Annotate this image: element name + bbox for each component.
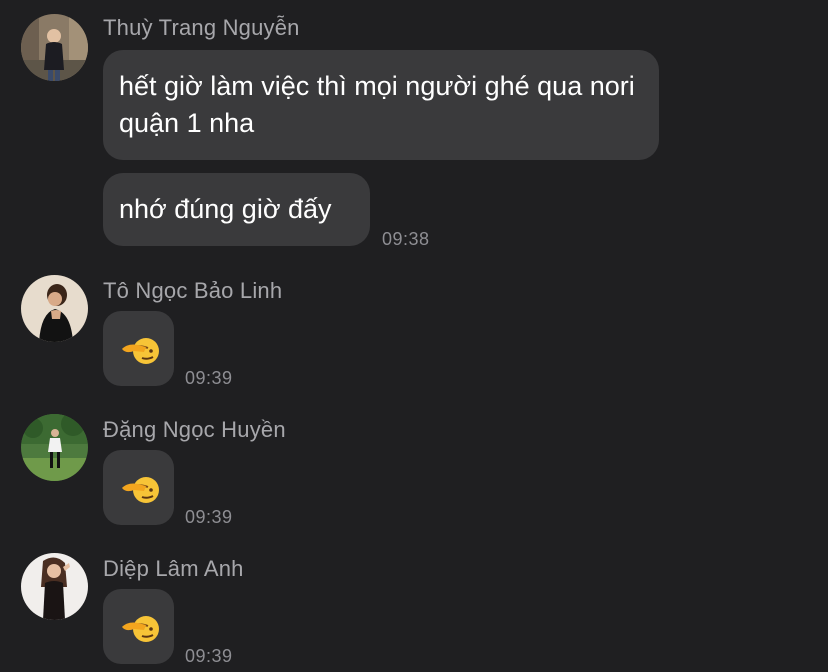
message-text: nhớ đúng giờ đấy <box>119 194 332 224</box>
message-bubble[interactable]: hết giờ làm việc thì mọi người ghé qua n… <box>103 50 659 160</box>
avatar[interactable] <box>21 14 88 81</box>
user-avatar-photo-icon <box>21 414 88 481</box>
chat-thread: Thuỳ Trang Nguyễn hết giờ làm việc thì m… <box>0 0 828 672</box>
avatar[interactable] <box>21 275 88 342</box>
sender-name: Diệp Lâm Anh <box>103 556 244 581</box>
saluting-face-emoji-icon <box>122 616 159 642</box>
reaction-bubble[interactable] <box>103 450 174 525</box>
message-timestamp: 09:39 <box>185 507 233 527</box>
message-text: hết giờ làm việc thì mọi người ghé qua n… <box>119 71 635 138</box>
sender-name: Tô Ngọc Bảo Linh <box>103 278 283 303</box>
saluting-face-emoji-icon <box>122 338 159 364</box>
message-bubble[interactable]: nhớ đúng giờ đấy <box>103 173 370 246</box>
reaction-bubble[interactable] <box>103 589 174 664</box>
sender-name: Đặng Ngọc Huyền <box>103 417 286 442</box>
user-avatar-photo-icon <box>21 275 88 342</box>
avatar[interactable] <box>21 414 88 481</box>
reaction-bubble[interactable] <box>103 311 174 386</box>
message-timestamp: 09:39 <box>185 368 233 388</box>
avatar[interactable] <box>21 553 88 620</box>
sender-name: Thuỳ Trang Nguyễn <box>103 15 300 40</box>
user-avatar-photo-icon <box>21 553 88 620</box>
saluting-face-emoji-icon <box>122 477 159 503</box>
message-timestamp: 09:39 <box>185 646 233 666</box>
user-avatar-photo-icon <box>21 14 88 81</box>
message-timestamp: 09:38 <box>382 229 430 249</box>
